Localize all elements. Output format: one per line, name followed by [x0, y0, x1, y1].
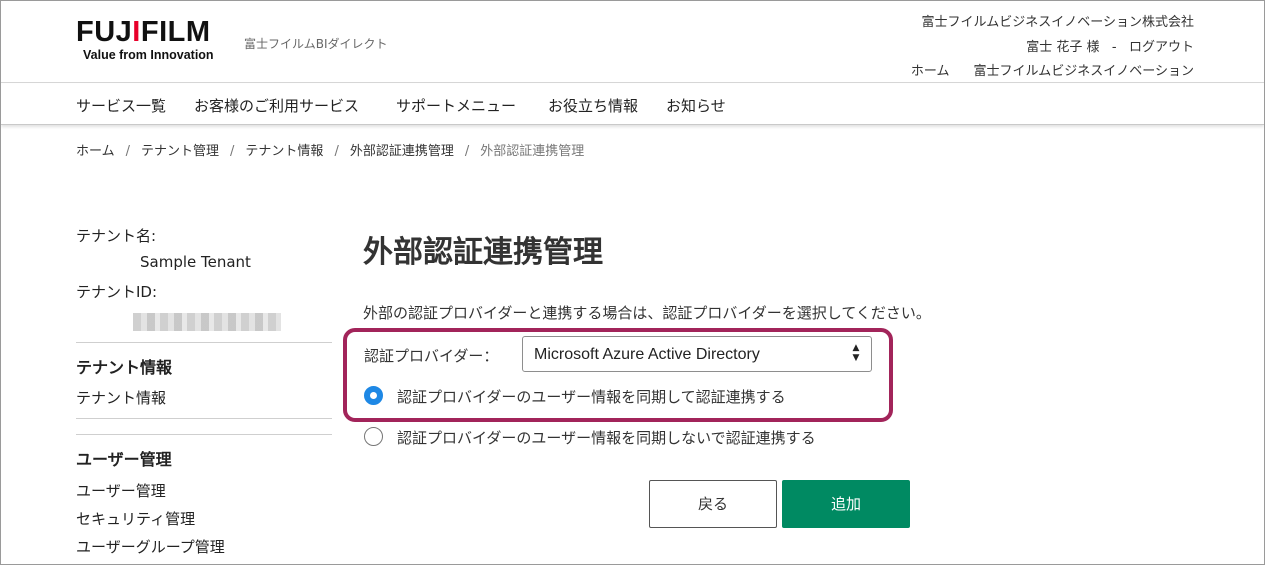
- tenant-id-label: テナントID:: [76, 283, 158, 301]
- sidebar-item-user-management[interactable]: ユーザー管理: [76, 480, 166, 501]
- sidebar-divider: [76, 342, 332, 343]
- page-frame: FUJIFILM Value from Innovation 富士フイルムBIダ…: [0, 0, 1265, 565]
- global-nav: サービス一覧 お客様のご利用サービス サポートメニュー お役立ち情報 お知らせ: [1, 84, 1264, 125]
- header-company-link[interactable]: 富士フイルムビジネスイノベーション: [974, 64, 1194, 79]
- radio-unselected-icon[interactable]: [364, 427, 383, 446]
- user-logout-line[interactable]: 富士 花子 様 - ログアウト: [887, 36, 1194, 61]
- sidebar-item-user-group-management[interactable]: ユーザーグループ管理: [76, 536, 225, 557]
- logo-suffix: FILM: [140, 16, 211, 48]
- breadcrumb: ホーム / テナント管理 / テナント情報 / 外部認証連携管理 / 外部認証連携管理: [76, 140, 584, 159]
- header-account-area: 富士フイルムビジネスイノベーション株式会社 富士 花子 様 - ログアウト ホー…: [887, 11, 1194, 85]
- provider-label: 認証プロバイダー：: [364, 347, 499, 365]
- nav-item-support-menu[interactable]: サポートメニュー: [396, 95, 516, 116]
- nav-item-news[interactable]: お知らせ: [666, 95, 726, 116]
- logo-prefix: FUJ: [76, 16, 133, 48]
- select-updown-icon: ▲ ▼: [852, 343, 860, 363]
- tenant-id-redacted: [133, 313, 281, 331]
- sidebar-section-user-management: ユーザー管理: [76, 450, 172, 469]
- tenant-name-label: テナント名:: [76, 227, 157, 245]
- header-links: ホーム 富士フイルムビジネスイノベーション: [887, 60, 1194, 85]
- radio-no-sync-users-label: 認証プロバイダーのユーザー情報を同期しないで認証連携する: [397, 429, 816, 447]
- radio-sync-users-label: 認証プロバイダーのユーザー情報を同期して認証連携する: [397, 388, 786, 406]
- logo-accent: I: [132, 16, 141, 48]
- breadcrumb-separator: /: [334, 144, 339, 159]
- breadcrumb-current: 外部認証連携管理: [480, 144, 585, 159]
- site-header: FUJIFILM Value from Innovation 富士フイルムBIダ…: [1, 1, 1264, 83]
- fujifilm-logo[interactable]: FUJIFILM Value from Innovation: [76, 17, 214, 62]
- provider-select[interactable]: Microsoft Azure Active Directory ▲ ▼: [522, 336, 872, 372]
- sidebar-section-tenant-info: テナント情報: [76, 358, 173, 377]
- sidebar-divider: [76, 434, 332, 435]
- header-home-link[interactable]: ホーム: [911, 64, 950, 79]
- breadcrumb-separator: /: [464, 144, 470, 159]
- breadcrumb-separator: /: [125, 144, 131, 159]
- logo-tagline: Value from Innovation: [83, 48, 214, 62]
- page-description: 外部の認証プロバイダーと連携する場合は、認証プロバイダーを選択してください。: [363, 304, 931, 322]
- breadcrumb-external-auth[interactable]: 外部認証連携管理: [350, 144, 454, 159]
- nav-item-useful-info[interactable]: お役立ち情報: [548, 95, 638, 116]
- add-button[interactable]: 追加: [782, 480, 910, 528]
- breadcrumb-tenant-info[interactable]: テナント情報: [245, 144, 323, 159]
- radio-selected-icon[interactable]: [364, 386, 383, 405]
- site-name: 富士フイルムBIダイレクト: [244, 37, 388, 51]
- back-button[interactable]: 戻る: [649, 480, 777, 528]
- breadcrumb-tenant-management[interactable]: テナント管理: [141, 144, 219, 159]
- tenant-name-value: Sample Tenant: [140, 253, 251, 271]
- breadcrumb-home[interactable]: ホーム: [76, 144, 115, 159]
- sidebar-item-tenant-info[interactable]: テナント情報: [76, 387, 166, 408]
- nav-item-customer-services[interactable]: お客様のご利用サービス: [194, 95, 359, 116]
- sidebar-divider: [76, 418, 332, 419]
- breadcrumb-separator: /: [230, 144, 235, 159]
- provider-selected-value: Microsoft Azure Active Directory: [534, 346, 760, 363]
- page-title: 外部認証連携管理: [363, 235, 603, 270]
- sidebar-item-security-management[interactable]: セキュリティ管理: [76, 508, 195, 529]
- logo-wordmark: FUJIFILM: [76, 17, 214, 47]
- nav-item-services[interactable]: サービス一覧: [76, 95, 166, 116]
- company-name: 富士フイルムビジネスイノベーション株式会社: [921, 15, 1194, 30]
